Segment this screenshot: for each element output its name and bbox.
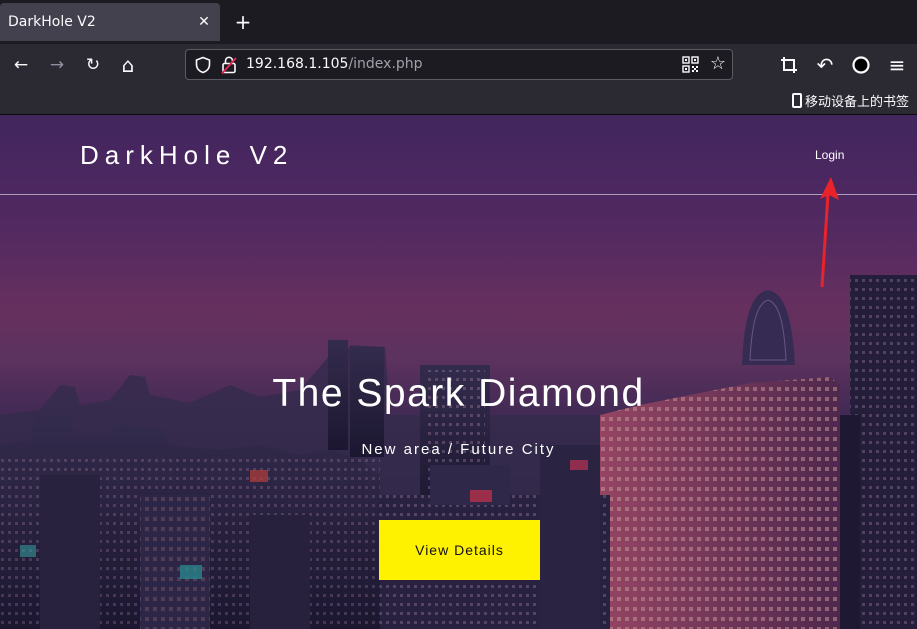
hero-subtitle: New area / Future City [361,441,556,458]
tab-title: DarkHole V2 [8,14,96,30]
address-bar[interactable]: 192.168.1.105/index.php ☆ [185,49,733,80]
mobile-bookmarks-folder[interactable]: 移动设备上的书签 [791,90,909,110]
qr-code-icon[interactable] [682,56,699,73]
web-page: DarkHole V2 Login The Spark Diamond New … [0,115,917,629]
home-button[interactable]: ⌂ [114,51,142,79]
bookmark-star-icon[interactable]: ☆ [708,54,728,74]
crop-screenshot-icon[interactable] [775,51,803,79]
login-link[interactable]: Login [815,148,844,162]
mobile-bookmarks-label: 移动设备上的书签 [804,94,909,110]
url-host: 192.168.1.105 [246,56,349,72]
insecure-lock-icon[interactable] [220,55,238,75]
hero-title: The Spark Diamond [272,372,645,415]
menu-icon[interactable]: ≡ [883,51,911,79]
forward-button[interactable]: → [43,51,71,79]
url-path: /index.php [348,56,423,72]
site-header: DarkHole V2 Login [0,115,917,195]
mobile-device-icon [791,92,802,108]
site-logo[interactable]: DarkHole V2 [80,140,293,171]
new-tab-button[interactable]: + [230,9,256,35]
tab-strip: DarkHole V2 ✕ + [0,0,917,44]
close-tab-icon[interactable]: ✕ [194,12,214,32]
undo-icon[interactable]: ↶ [811,51,839,79]
bookmarks-toolbar: 移动设备上的书签 [0,85,917,115]
back-button[interactable]: ← [7,51,35,79]
reload-button[interactable]: ↻ [79,51,107,79]
url-text[interactable]: 192.168.1.105/index.php [246,56,423,72]
view-details-button[interactable]: View Details [379,520,540,580]
shield-icon[interactable] [194,56,212,74]
browser-tab[interactable]: DarkHole V2 ✕ [0,3,220,41]
extension-circle-icon[interactable] [847,51,875,79]
nav-toolbar: ← → ↻ ⌂ 192.168.1.105/index.php ☆ ↶ ≡ [0,44,917,85]
